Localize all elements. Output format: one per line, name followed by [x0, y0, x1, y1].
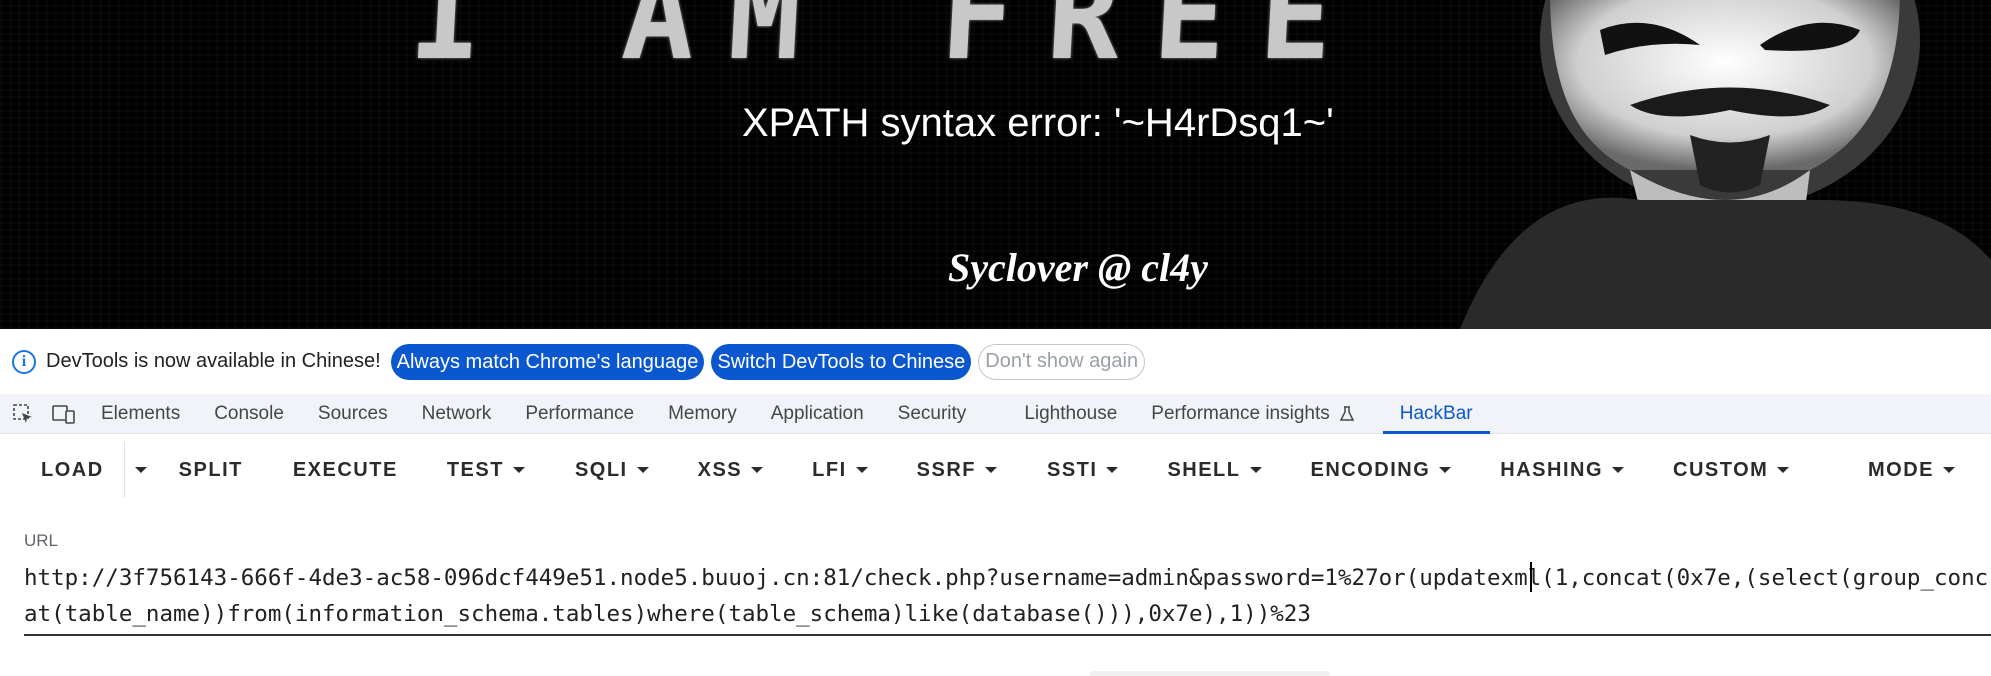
- chevron-down-icon: [751, 467, 764, 473]
- chevron-down-icon: [1777, 467, 1790, 473]
- hashing-dropdown[interactable]: HASHING: [1500, 434, 1625, 506]
- flask-icon: [1339, 405, 1354, 421]
- shell-dropdown[interactable]: SHELL: [1167, 434, 1262, 506]
- chevron-down-icon: [1439, 467, 1452, 473]
- execute-button[interactable]: EXECUTE: [293, 434, 398, 506]
- ssti-dropdown[interactable]: SSTI: [1046, 434, 1119, 506]
- test-label: TEST: [446, 459, 504, 481]
- test-dropdown[interactable]: TEST: [447, 434, 525, 506]
- url-textarea[interactable]: http://3f756143-666f-4de3-ac58-096dcf449…: [24, 556, 1991, 636]
- hashing-label: HASHING: [1500, 459, 1604, 481]
- info-icon: i: [12, 349, 36, 374]
- lfi-label: LFI: [812, 459, 847, 481]
- shell-label: SHELL: [1167, 459, 1241, 481]
- inspect-element-icon[interactable]: [10, 401, 36, 427]
- page-signature: Syclover @ cl4y: [948, 245, 1208, 290]
- tab-elements[interactable]: Elements: [84, 394, 197, 434]
- chevron-down-icon: [1612, 467, 1625, 473]
- encoding-label: ENCODING: [1310, 459, 1431, 481]
- xss-label: XSS: [697, 459, 743, 481]
- ssrf-label: SSRF: [916, 459, 976, 481]
- xss-dropdown[interactable]: XSS: [698, 434, 764, 506]
- lfi-dropdown[interactable]: LFI: [812, 434, 868, 506]
- mode-dropdown[interactable]: MODE: [1868, 434, 1955, 506]
- tab-memory[interactable]: Memory: [651, 394, 754, 434]
- tab-sources[interactable]: Sources: [301, 394, 405, 434]
- chevron-down-icon: [1943, 467, 1955, 473]
- webpage-viewport: I AM FREE XPATH syntax error: '~H4rDsq1~…: [0, 0, 1991, 329]
- tab-console[interactable]: Console: [197, 394, 301, 434]
- switch-devtools-chinese-button[interactable]: Switch DevTools to Chinese: [711, 343, 972, 380]
- chevron-down-icon: [1106, 467, 1119, 473]
- custom-label: CUSTOM: [1673, 459, 1769, 481]
- chevron-down-icon: [512, 467, 525, 473]
- custom-dropdown[interactable]: CUSTOM: [1673, 434, 1790, 506]
- tab-performance-insights-label: Performance insights: [1151, 402, 1330, 424]
- always-match-language-button[interactable]: Always match Chrome's language: [390, 343, 705, 380]
- tab-security[interactable]: Security: [881, 394, 984, 434]
- infobar-message: DevTools is now available in Chinese!: [46, 350, 381, 372]
- device-toolbar-icon[interactable]: [50, 401, 76, 427]
- url-label: URL: [24, 531, 59, 550]
- load-options-dropdown[interactable]: [123, 442, 157, 498]
- chevron-down-icon: [1249, 467, 1262, 473]
- devtools-language-infobar: i DevTools is now available in Chinese! …: [0, 329, 1991, 394]
- guy-fawkes-mask-graphic: [1460, 0, 1991, 329]
- xpath-error-message: XPATH syntax error: '~H4rDsq1~': [742, 101, 1334, 145]
- encoding-dropdown[interactable]: ENCODING: [1311, 434, 1452, 506]
- banner-text: I AM FREE: [406, 0, 1370, 87]
- mode-label: MODE: [1868, 459, 1934, 481]
- chevron-down-icon: [855, 467, 868, 473]
- split-button[interactable]: SPLIT: [179, 434, 243, 506]
- dont-show-again-button[interactable]: Don't show again: [978, 343, 1146, 380]
- tab-hackbar[interactable]: HackBar: [1382, 394, 1490, 434]
- chevron-down-icon: [636, 467, 649, 473]
- tab-performance[interactable]: Performance: [508, 394, 651, 434]
- ssti-label: SSTI: [1046, 459, 1098, 481]
- hackbar-toolbar: LOAD SPLIT EXECUTE TEST SQLI XSS LFI SSR…: [0, 434, 1991, 506]
- sqli-label: SQLI: [574, 459, 628, 481]
- chevron-down-icon: [134, 467, 147, 473]
- tab-performance-insights[interactable]: Performance insights: [1134, 394, 1372, 434]
- ssrf-dropdown[interactable]: SSRF: [917, 434, 997, 506]
- text-cursor: [1530, 562, 1532, 592]
- devtools-tab-strip: Elements Console Sources Network Perform…: [0, 394, 1991, 434]
- tab-network[interactable]: Network: [405, 394, 509, 434]
- tab-application[interactable]: Application: [754, 394, 881, 434]
- sqli-dropdown[interactable]: SQLI: [575, 434, 649, 506]
- load-button[interactable]: LOAD: [41, 434, 104, 506]
- tab-lighthouse[interactable]: Lighthouse: [1007, 394, 1134, 434]
- chevron-down-icon: [984, 467, 997, 473]
- resize-handle[interactable]: [1090, 671, 1330, 676]
